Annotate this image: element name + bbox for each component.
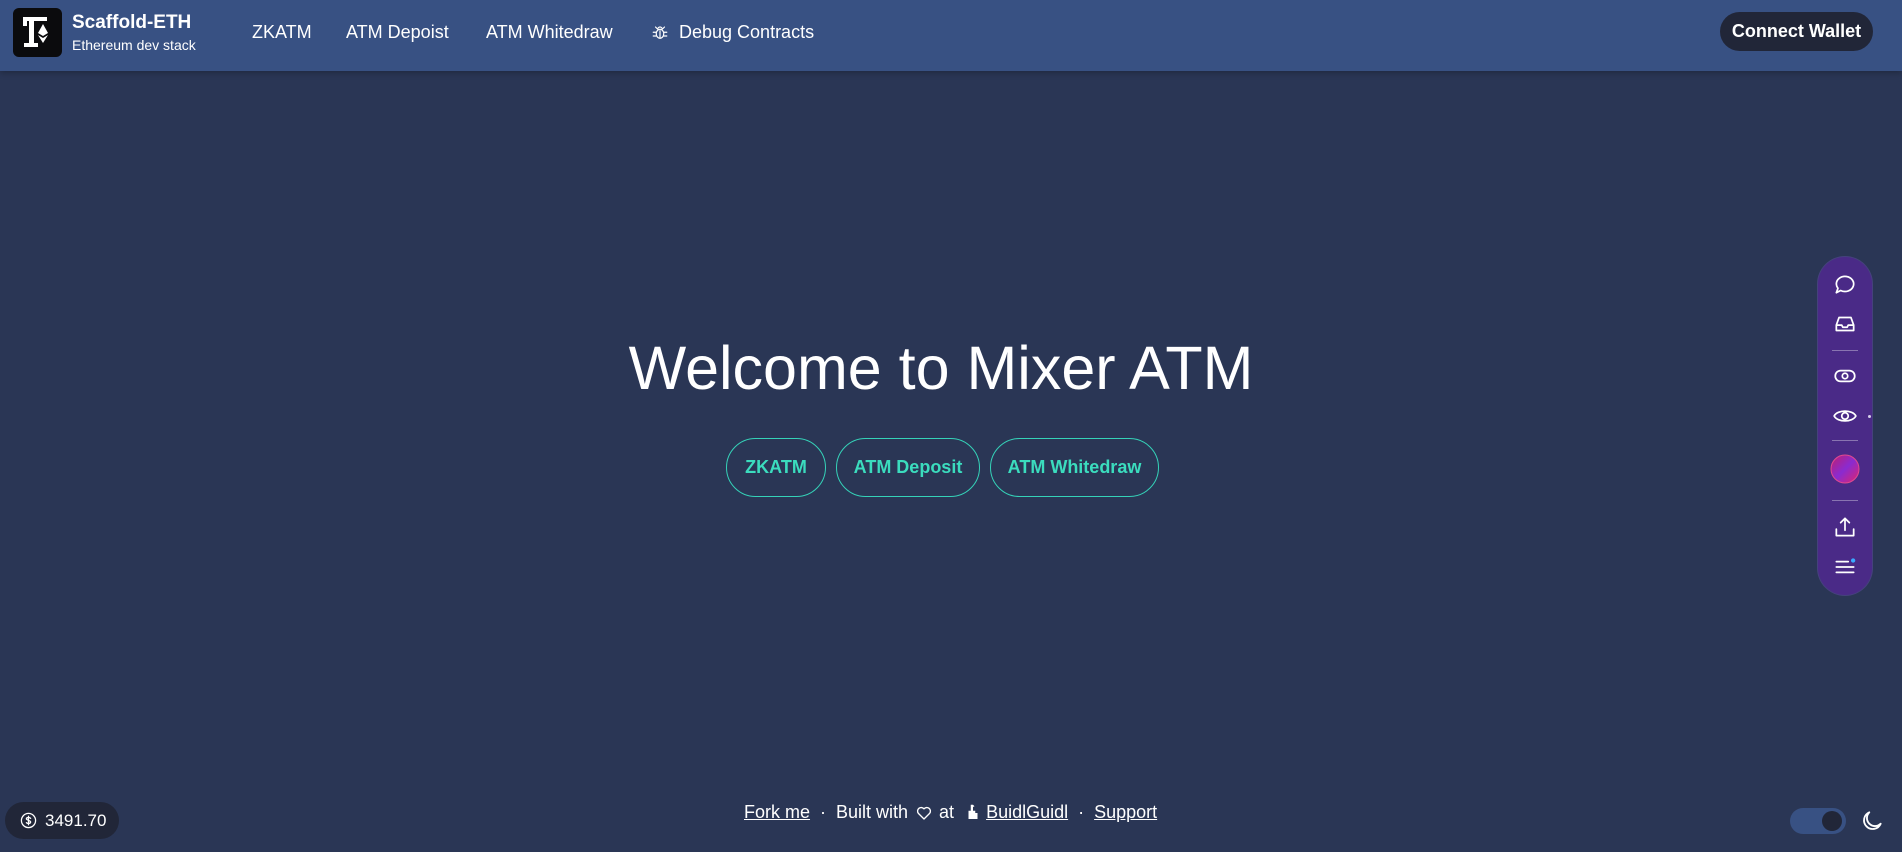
- nav-atm-depoist[interactable]: ATM Depoist: [346, 22, 449, 43]
- castle-icon: [968, 804, 978, 819]
- separator: ·: [820, 802, 827, 822]
- toolbar-divider: [1832, 350, 1858, 351]
- built-with-text: Built with: [836, 802, 909, 822]
- eye-outline-icon[interactable]: [1832, 363, 1858, 389]
- toolbar-divider: [1832, 440, 1858, 441]
- atm-deposit-button[interactable]: ATM Deposit: [836, 438, 980, 497]
- side-toolbar: [1818, 257, 1872, 595]
- nav-zkatm[interactable]: ZKATM: [252, 22, 312, 43]
- eth-price: 3491.70: [45, 810, 107, 830]
- at-text: at: [939, 802, 955, 822]
- share-icon[interactable]: [1832, 514, 1858, 540]
- nav-atm-whitedraw[interactable]: ATM Whitedraw: [486, 22, 613, 43]
- crane-icon: [23, 17, 48, 47]
- avatar[interactable]: [1830, 454, 1860, 484]
- brand-subtitle: Ethereum dev stack: [72, 37, 196, 53]
- support-link[interactable]: Support: [1094, 802, 1157, 823]
- nav-debug-contracts[interactable]: Debug Contracts: [651, 22, 814, 43]
- atm-whitedraw-button[interactable]: ATM Whitedraw: [990, 438, 1159, 497]
- eth-price-chip[interactable]: 3491.70: [5, 802, 119, 839]
- connect-wallet-button[interactable]: Connect Wallet: [1720, 12, 1873, 51]
- bug-icon: [652, 25, 668, 39]
- inbox-icon[interactable]: [1832, 311, 1858, 337]
- separator: ·: [1078, 802, 1085, 822]
- moon-icon: [1863, 811, 1882, 830]
- chat-icon[interactable]: [1832, 271, 1858, 297]
- nav-debug-label: Debug Contracts: [679, 22, 815, 42]
- brand-title: Scaffold-ETH: [72, 12, 192, 33]
- toolbar-handle: [1868, 415, 1871, 418]
- heart-icon: [916, 806, 932, 820]
- footer-links: Fork me · Built with at BuidlGuidl · Sup…: [744, 802, 1157, 823]
- scaffold-logo[interactable]: [13, 8, 62, 57]
- toggle-knob: [1822, 811, 1842, 831]
- menu-icon[interactable]: [1832, 554, 1858, 580]
- eye-icon[interactable]: [1832, 403, 1858, 429]
- page-title: Welcome to Mixer ATM: [628, 334, 1254, 402]
- theme-toggle[interactable]: [1790, 808, 1846, 834]
- fork-me-link[interactable]: Fork me: [744, 802, 810, 823]
- zkatm-button[interactable]: ZKATM: [726, 438, 826, 497]
- buidlguidl-link[interactable]: BuidlGuidl: [986, 802, 1068, 823]
- dollar-icon: [20, 812, 37, 829]
- toolbar-divider: [1832, 500, 1858, 501]
- top-navbar: Scaffold-ETH Ethereum dev stack ZKATM AT…: [0, 0, 1902, 71]
